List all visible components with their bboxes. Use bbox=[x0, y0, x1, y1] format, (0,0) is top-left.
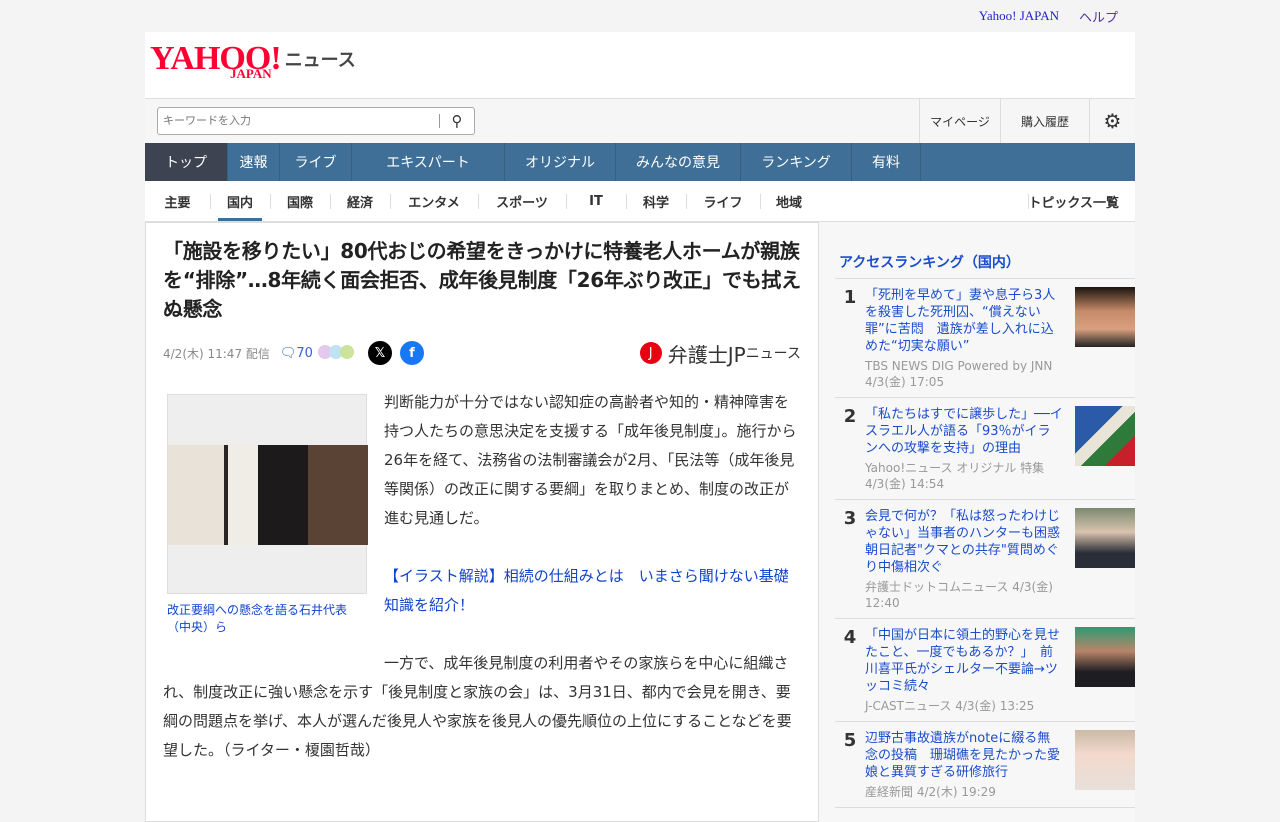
tab-sports[interactable]: スポーツ bbox=[478, 181, 566, 221]
search-icon[interactable]: ⚲ bbox=[440, 112, 474, 130]
gear-icon[interactable]: ⚙ bbox=[1089, 99, 1135, 143]
comment-count-value: 70 bbox=[296, 345, 313, 361]
related-link[interactable]: 【イラスト解説】相続の仕組みとは いまさら聞けない基礎知識を紹介！ bbox=[384, 567, 789, 614]
search-box: ⚲ bbox=[157, 107, 475, 135]
publisher-mark-icon: J bbox=[639, 342, 662, 364]
gnav-top[interactable]: トップ bbox=[145, 143, 228, 181]
tab-world[interactable]: 国際 bbox=[270, 181, 330, 221]
publisher-logo[interactable]: J 弁護士JP ニュース bbox=[639, 339, 801, 368]
ranking-item-time: 4/3(金) 14:54 bbox=[865, 477, 945, 491]
tab-domestic[interactable]: 国内 bbox=[210, 181, 270, 221]
ranking-item-source: Yahoo!ニュース オリジナル 特集 bbox=[865, 461, 1045, 475]
article-title: 「施設を移りたい」80代おじの希望をきっかけに特養老人ホームが親族を“排除”…8… bbox=[163, 239, 801, 321]
rank-number: 5 bbox=[843, 730, 857, 751]
ranking-thumbnail[interactable] bbox=[1075, 508, 1135, 568]
gnav-original[interactable]: オリジナル bbox=[505, 143, 616, 181]
ranking-thumbnail[interactable] bbox=[1075, 406, 1135, 466]
tab-science[interactable]: 科学 bbox=[626, 181, 686, 221]
ranking-item-source: TBS NEWS DIG Powered by JNN bbox=[865, 359, 1053, 373]
news-logo-text: ニュース bbox=[284, 50, 356, 71]
ranking-item[interactable]: 5 辺野古事故遺族がnoteに綴る無念の投稿 珊瑚礁を見たかった愛娘と異質すぎる… bbox=[835, 722, 1135, 808]
site-logo[interactable]: YAHOO! JAPAN ニュース bbox=[145, 32, 1135, 98]
publish-date: 4/2(木) 11:47 配信 bbox=[163, 346, 270, 361]
ranking-item[interactable]: 4 「中国が日本に領土的野心を見せたこと、一度でもあるか？」 前川喜平氏がシェル… bbox=[835, 619, 1135, 722]
ranking-item[interactable]: 2 「私たちはすでに譲歩した」──イスラエル人が語る「93％がイランへの攻撃を支… bbox=[835, 398, 1135, 500]
rank-number: 1 bbox=[843, 287, 857, 308]
gnav-ranking[interactable]: ランキング bbox=[741, 143, 852, 181]
help-link[interactable]: ヘルプ bbox=[1079, 7, 1118, 26]
search-input[interactable] bbox=[158, 115, 439, 127]
article-meta: 4/2(木) 11:47 配信 🗨70 𝕏 f J 弁護士JP ニュース bbox=[163, 339, 801, 368]
reaction-icons[interactable] bbox=[317, 344, 354, 362]
search-row: ⚲ マイページ 購入履歴 ⚙ bbox=[145, 98, 1135, 143]
publisher-suffix: ニュース bbox=[745, 346, 801, 362]
tab-entertainment[interactable]: エンタメ bbox=[390, 181, 478, 221]
photo-caption: 改正要綱への懸念を語る石井代表（中央）ら bbox=[167, 603, 348, 634]
photo-image bbox=[168, 445, 368, 545]
ranking-thumbnail[interactable] bbox=[1075, 627, 1135, 687]
ranking-item-source: J-CASTニュース bbox=[865, 699, 952, 713]
ranking-sidebar: アクセスランキング（国内） 1 「死刑を早めて」妻や息子ら3人を殺害した死刑囚、… bbox=[819, 222, 1135, 822]
facebook-share-icon[interactable]: f bbox=[399, 341, 424, 365]
tab-local[interactable]: 地域 bbox=[760, 181, 818, 221]
category-nav: 主要 国内 国際 経済 エンタメ スポーツ IT 科学 ライフ 地域 トピックス… bbox=[145, 181, 1135, 222]
ranking-item[interactable]: 3 会見で何が？「私は怒ったわけじゃない」当事者のハンターも困惑 朝日記者"クマ… bbox=[835, 500, 1135, 619]
rank-number: 2 bbox=[843, 406, 857, 427]
topics-list-link[interactable]: トピックス一覧 bbox=[1028, 181, 1135, 221]
paragraph-text: 一方で、成年後見制度の利用者やその家族らを中心に組織され、制度改正に強い懸念を示… bbox=[163, 654, 792, 759]
x-share-icon[interactable]: 𝕏 bbox=[367, 341, 392, 365]
purchase-history-link[interactable]: 購入履歴 bbox=[1000, 99, 1089, 143]
ranking-item-title[interactable]: 「中国が日本に領土的野心を見せたこと、一度でもあるか？」 前川喜平氏がシェルター… bbox=[865, 627, 1063, 695]
ranking-title: アクセスランキング（国内） bbox=[835, 252, 1135, 279]
yahoo-logo-japan: JAPAN bbox=[230, 66, 272, 81]
tab-it[interactable]: IT bbox=[566, 181, 626, 221]
ranking-item-time: 4/3(金) 13:25 bbox=[955, 699, 1035, 713]
mypage-link[interactable]: マイページ bbox=[919, 99, 1000, 143]
gnav-breaking[interactable]: 速報 bbox=[228, 143, 280, 181]
utility-bar: Yahoo! JAPAN ヘルプ bbox=[145, 0, 1135, 32]
ranking-thumbnail[interactable] bbox=[1075, 287, 1135, 347]
ranking-item[interactable]: 1 「死刑を早めて」妻や息子ら3人を殺害した死刑囚、“償えない罪”に苦悶 遺族が… bbox=[835, 279, 1135, 398]
comment-count[interactable]: 🗨70 bbox=[280, 346, 313, 361]
gnav-opinions[interactable]: みんなの意見 bbox=[616, 143, 741, 181]
gnav-live[interactable]: ライブ bbox=[280, 143, 352, 181]
ranking-item-source: 弁護士ドットコムニュース bbox=[865, 580, 1009, 594]
gnav-paid[interactable]: 有料 bbox=[852, 143, 921, 181]
article-body: 改正要綱への懸念を語る石井代表（中央）ら 判断能力が十分ではない認知症の高齢者や… bbox=[163, 388, 801, 765]
tab-main[interactable]: 主要 bbox=[145, 181, 210, 221]
ranking-item-source: 産経新聞 bbox=[865, 785, 914, 799]
ranking-item-title[interactable]: 「死刑を早めて」妻や息子ら3人を殺害した死刑囚、“償えない罪”に苦悶 遺族が差し… bbox=[865, 287, 1063, 355]
rank-number: 4 bbox=[843, 627, 857, 648]
article: 「施設を移りたい」80代おじの希望をきっかけに特養老人ホームが親族を“排除”…8… bbox=[145, 222, 819, 822]
ranking-item-time: 4/3(金) 17:05 bbox=[865, 375, 945, 389]
tab-economy[interactable]: 経済 bbox=[330, 181, 390, 221]
tab-life[interactable]: ライフ bbox=[686, 181, 760, 221]
ranking-item-title[interactable]: 「私たちはすでに譲歩した」──イスラエル人が語る「93％がイランへの攻撃を支持」… bbox=[865, 406, 1063, 457]
yahoo-japan-link[interactable]: Yahoo! JAPAN bbox=[979, 8, 1059, 24]
gnav-expert[interactable]: エキスパート bbox=[352, 143, 505, 181]
article-photo[interactable]: 改正要綱への懸念を語る石井代表（中央）ら bbox=[167, 394, 368, 636]
rank-number: 3 bbox=[843, 508, 857, 529]
ranking-item-title[interactable]: 会見で何が？「私は怒ったわけじゃない」当事者のハンターも困惑 朝日記者"クマとの… bbox=[865, 508, 1073, 576]
paragraph: 一方で、成年後見制度の利用者やその家族らを中心に組織され、制度改正に強い懸念を示… bbox=[163, 649, 801, 765]
ranking-thumbnail[interactable] bbox=[1075, 730, 1135, 790]
ranking-item-time: 4/2(木) 19:29 bbox=[916, 785, 996, 799]
global-nav: トップ 速報 ライブ エキスパート オリジナル みんなの意見 ランキング 有料 bbox=[145, 143, 1135, 181]
ranking-item-title[interactable]: 辺野古事故遺族がnoteに綴る無念の投稿 珊瑚礁を見たかった愛娘と異質すぎる研修… bbox=[865, 730, 1063, 781]
publisher-name: 弁護士JP bbox=[667, 342, 746, 367]
